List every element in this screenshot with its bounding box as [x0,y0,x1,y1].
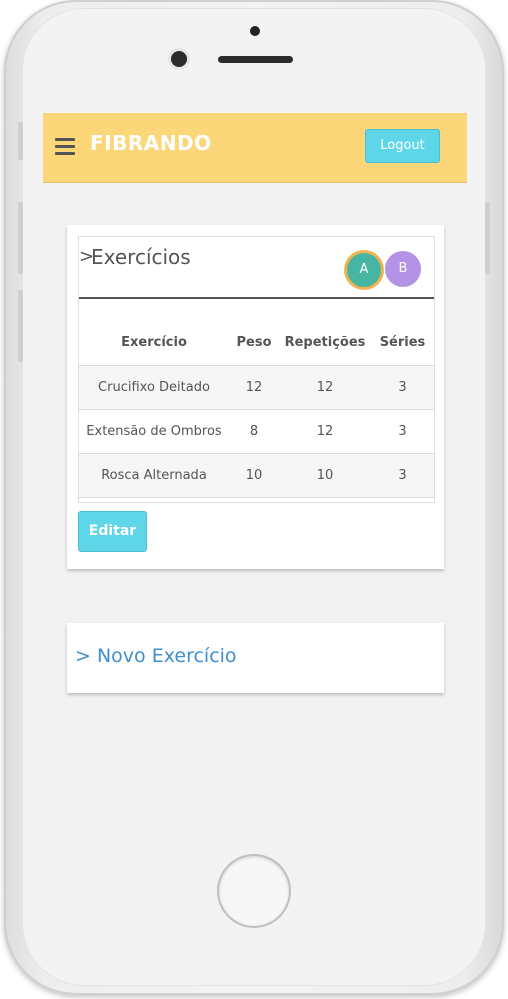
workout-a-avatar[interactable]: A [347,253,381,287]
edit-button[interactable]: Editar [78,511,147,552]
front-camera [171,51,187,67]
hamburger-menu-icon[interactable] [55,138,75,156]
exercises-card: > Exercícios A B Exercício Peso Repetiçõ… [67,225,444,569]
new-exercise-title: Novo Exercício [96,645,237,667]
power-button [485,202,490,274]
app-screen: FIBRANDO Logout > Exercícios A B Exercíc… [43,113,467,836]
volume-down-button [18,290,23,362]
app-brand: FIBRANDO [90,131,212,155]
top-bar: FIBRANDO Logout [43,113,467,183]
logout-button[interactable]: Logout [365,129,440,163]
reps-cell: 10 [279,453,371,498]
exercise-name-cell: Crucifixo Deitado [79,365,229,410]
new-exercise-link[interactable]: > Novo Exercício [75,645,237,667]
home-button[interactable] [219,856,289,926]
weight-cell: 8 [229,409,279,454]
exercises-title[interactable]: Exercícios [91,245,191,269]
reps-cell: 12 [279,365,371,410]
exercises-table: Exercício Peso Repetições Séries Crucifi… [79,319,434,498]
sets-cell: 3 [371,453,434,498]
table-row: Crucifixo Deitado 12 12 3 [79,365,434,410]
exercise-name-cell: Rosca Alternada [79,453,229,498]
table-row: Rosca Alternada 10 10 3 [79,453,434,498]
sets-cell: 3 [371,409,434,454]
sets-cell: 3 [371,365,434,410]
volume-up-button [18,202,23,274]
column-header-reps: Repetições [284,334,366,350]
table-header-row: Exercício Peso Repetições Séries [79,319,434,366]
column-header-weight: Peso [236,334,272,350]
new-exercise-card[interactable]: > Novo Exercício [67,623,444,693]
table-row: Extensão de Ombros 8 12 3 [79,409,434,454]
workout-b-avatar[interactable]: B [385,251,421,287]
weight-cell: 12 [229,365,279,410]
exercises-panel: > Exercícios A B Exercício Peso Repetiçõ… [78,236,435,503]
weight-cell: 10 [229,453,279,498]
chevron-right-icon: > [75,645,91,667]
mute-switch [18,122,23,160]
sensor-dot [250,26,260,36]
exercise-name-cell: Extensão de Ombros [79,409,229,454]
earpiece-speaker [218,56,293,63]
reps-cell: 12 [279,409,371,454]
column-header-exercise: Exercício [121,334,187,350]
column-header-sets: Séries [379,334,426,350]
exercises-header: > Exercícios A B [79,237,434,299]
